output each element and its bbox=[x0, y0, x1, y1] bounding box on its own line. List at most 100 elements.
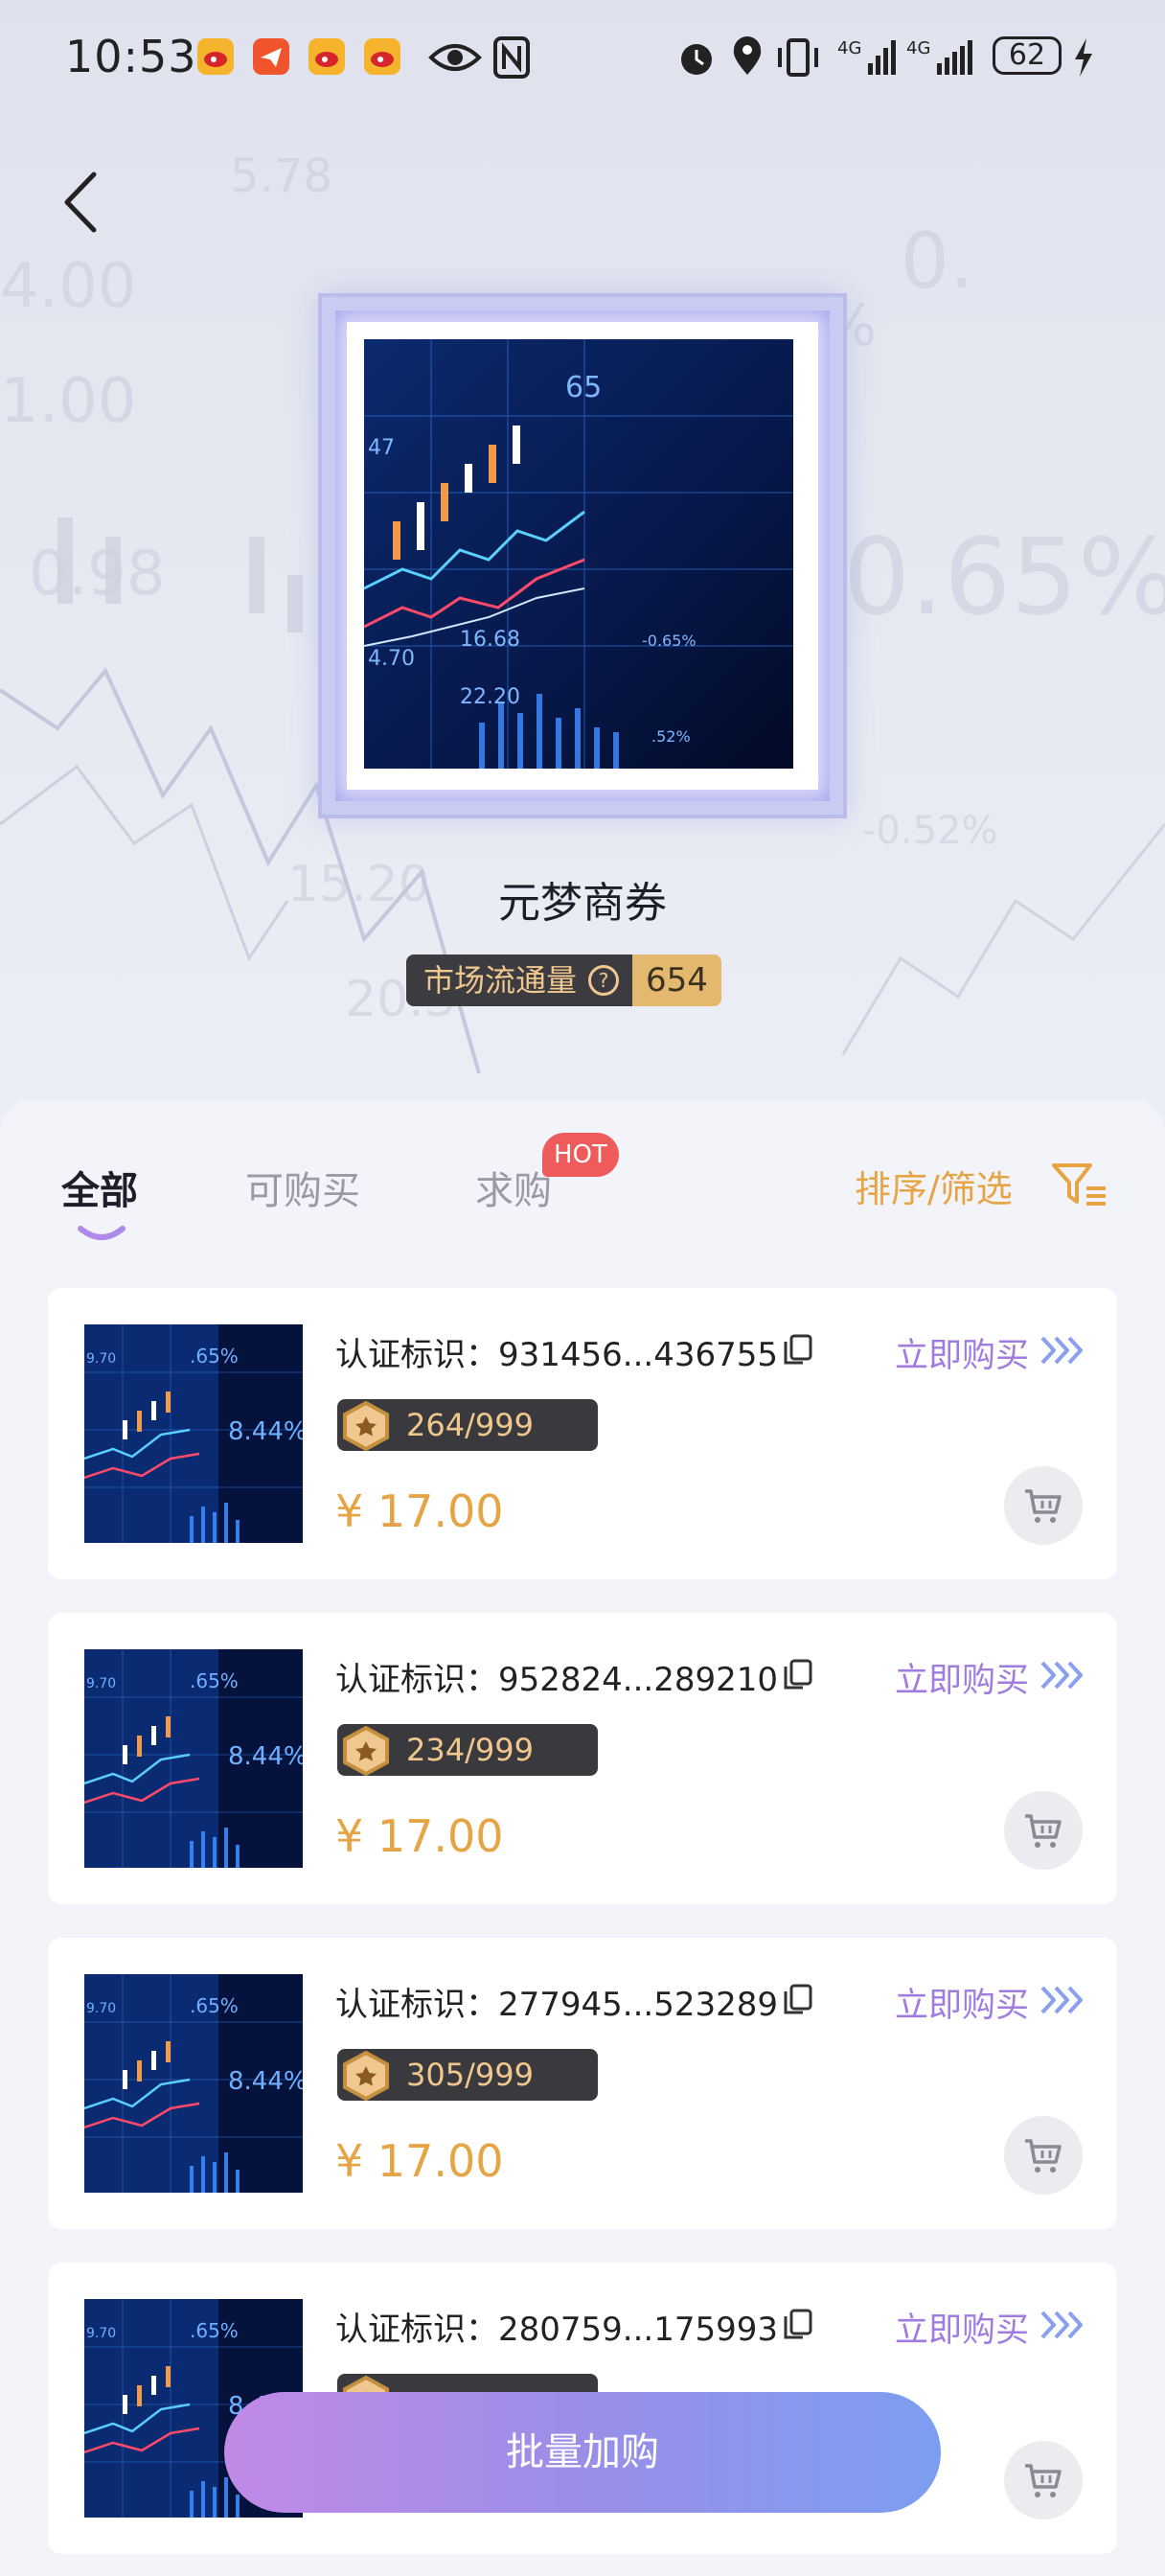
certificate-id: 280759...175993 bbox=[498, 2311, 779, 2349]
svg-text:0.98: 0.98 bbox=[29, 539, 166, 610]
svg-text:16.68: 16.68 bbox=[460, 628, 520, 652]
cart-icon bbox=[1025, 2139, 1062, 2173]
triple-chevron-right-icon bbox=[1040, 2311, 1083, 2339]
weibo-icon bbox=[197, 38, 234, 75]
svg-text:.65%: .65% bbox=[190, 1669, 239, 1692]
listing-card[interactable]: 9.70.65% 8.44% 认证标识：931456...436755 立即购买 … bbox=[48, 1288, 1117, 1579]
copy-icon[interactable] bbox=[782, 1982, 814, 2016]
edition-number: 305/999 bbox=[406, 2057, 534, 2093]
certificate-id-text: 认证标识：931456...436755 bbox=[335, 1328, 778, 1375]
buy-now-button[interactable]: 立即购买 bbox=[895, 1978, 1029, 2027]
circulation-badge: 市场流通量 ? 654 bbox=[406, 954, 721, 1006]
tab-available[interactable]: 可购买 bbox=[245, 1160, 360, 1215]
vibrate-icon bbox=[778, 38, 818, 77]
edition-badge: 264/999 bbox=[337, 1399, 598, 1452]
add-to-cart-button[interactable] bbox=[1004, 1466, 1083, 1545]
certificate-id: 277945...523289 bbox=[498, 1986, 779, 2024]
add-to-cart-button[interactable] bbox=[1004, 2441, 1083, 2519]
triple-chevron-right-icon bbox=[1040, 1661, 1083, 1690]
cart-icon bbox=[1025, 1814, 1062, 1848]
certificate-id-text: 认证标识：280759...175993 bbox=[335, 2303, 778, 2350]
certificate-label: 认证标识： bbox=[335, 1661, 498, 1699]
add-to-cart-button[interactable] bbox=[1004, 1791, 1083, 1870]
certificate-label: 认证标识： bbox=[335, 1336, 498, 1374]
eye-icon bbox=[428, 44, 482, 71]
bulk-add-button[interactable]: 批量加购 bbox=[224, 2392, 941, 2513]
svg-text:0.65%: 0.65% bbox=[843, 516, 1165, 638]
buy-now-button[interactable]: 立即购买 bbox=[895, 1653, 1029, 1702]
collection-artwork-frame: 47 4.70 16.68 22.20 65 -0.65% .52% bbox=[318, 293, 847, 818]
sort-filter-label[interactable]: 排序/筛选 bbox=[855, 1160, 1013, 1212]
certificate-id-text: 认证标识：277945...523289 bbox=[335, 1978, 778, 2025]
svg-text:47: 47 bbox=[368, 436, 395, 460]
svg-text:22.20: 22.20 bbox=[460, 685, 520, 709]
triple-chevron-right-icon bbox=[1040, 1336, 1083, 1365]
svg-text:.65%: .65% bbox=[190, 1345, 239, 1368]
listing-thumbnail: 9.70 .65% 8.44% bbox=[84, 1974, 303, 2193]
chevron-left-icon[interactable] bbox=[56, 169, 103, 236]
tab-wanted[interactable]: 求购 bbox=[475, 1160, 552, 1215]
certificate-id: 952824...289210 bbox=[498, 1661, 779, 1699]
signal-icon: 4G bbox=[906, 38, 972, 75]
buy-now-button[interactable]: 立即购买 bbox=[895, 2303, 1029, 2352]
certificate-id-text: 认证标识：952824...289210 bbox=[335, 1653, 778, 1700]
copy-icon[interactable] bbox=[782, 2307, 814, 2341]
svg-text:9.70: 9.70 bbox=[86, 1676, 116, 1691]
certificate-label: 认证标识： bbox=[335, 2311, 498, 2349]
location-icon bbox=[733, 36, 762, 75]
filter-icon[interactable] bbox=[1050, 1160, 1109, 1209]
svg-text:5.78: 5.78 bbox=[230, 150, 332, 203]
svg-text:4.70: 4.70 bbox=[368, 647, 415, 671]
svg-text:0.: 0. bbox=[901, 217, 973, 306]
cart-icon bbox=[1025, 2464, 1062, 2497]
status-bar: 10:53 4G 4G 62 bbox=[0, 0, 1165, 117]
svg-text:8.44%: 8.44% bbox=[228, 1417, 303, 1446]
star-hexagon-icon bbox=[343, 2050, 389, 2102]
certificate-label: 认证标识： bbox=[335, 1986, 498, 2024]
circulation-label: 市场流通量 bbox=[423, 962, 578, 999]
network-type-1: 4G bbox=[837, 38, 861, 58]
help-icon[interactable]: ? bbox=[588, 965, 620, 996]
status-time: 10:53 bbox=[65, 31, 197, 82]
battery-level: 62 bbox=[1008, 38, 1046, 72]
svg-text:-0.52%: -0.52% bbox=[862, 809, 998, 853]
svg-text:.52%: .52% bbox=[651, 727, 691, 746]
signal-icon: 4G bbox=[837, 38, 896, 75]
svg-text:9.70: 9.70 bbox=[86, 1351, 116, 1367]
copy-icon[interactable] bbox=[782, 1332, 814, 1367]
weibo-icon bbox=[308, 38, 345, 75]
circulation-value: 654 bbox=[632, 954, 721, 1006]
copy-icon[interactable] bbox=[782, 1657, 814, 1691]
svg-text:8.44%: 8.44% bbox=[228, 1742, 303, 1771]
triple-chevron-right-icon bbox=[1040, 1986, 1083, 2014]
listing-thumbnail: 9.70 .65% 8.44% bbox=[84, 1324, 303, 1543]
price: ¥ 17.00 bbox=[335, 1485, 504, 1537]
tab-all[interactable]: 全部 bbox=[61, 1160, 138, 1215]
hot-badge: HOT bbox=[542, 1133, 619, 1177]
svg-text:8.44%: 8.44% bbox=[228, 2067, 303, 2096]
listing-thumbnail: 9.70 .65% 8.44% bbox=[84, 1649, 303, 1868]
edition-badge: 305/999 bbox=[337, 2049, 598, 2102]
price: ¥ 17.00 bbox=[335, 1810, 504, 1862]
edition-number: 264/999 bbox=[406, 1407, 534, 1443]
listing-card[interactable]: 9.70.65% 8.44% 认证标识：952824...289210 立即购买 … bbox=[48, 1613, 1117, 1904]
svg-text:4.00: 4.00 bbox=[0, 251, 137, 322]
weibo-icon bbox=[364, 38, 400, 75]
edition-badge: 234/999 bbox=[337, 1724, 598, 1777]
buy-now-button[interactable]: 立即购买 bbox=[895, 1328, 1029, 1377]
telegram-icon bbox=[253, 38, 289, 75]
add-to-cart-button[interactable] bbox=[1004, 2116, 1083, 2195]
collection-title: 元梦商券 bbox=[498, 879, 667, 928]
alarm-icon bbox=[681, 44, 712, 75]
listing-card[interactable]: 9.70.65% 8.44% 认证标识：277945...523289 立即购买 … bbox=[48, 1938, 1117, 2229]
svg-text:1.00: 1.00 bbox=[0, 366, 137, 437]
price: ¥ 17.00 bbox=[335, 2135, 504, 2187]
edition-number: 234/999 bbox=[406, 1732, 534, 1768]
collection-artwork-image: 47 4.70 16.68 22.20 65 -0.65% .52% bbox=[364, 339, 793, 769]
nfc-icon bbox=[493, 36, 530, 79]
charging-icon bbox=[1075, 38, 1092, 77]
svg-text:9.70: 9.70 bbox=[86, 2326, 116, 2341]
star-hexagon-icon bbox=[343, 1400, 389, 1452]
svg-text:65: 65 bbox=[565, 371, 602, 404]
cart-icon bbox=[1025, 1489, 1062, 1523]
